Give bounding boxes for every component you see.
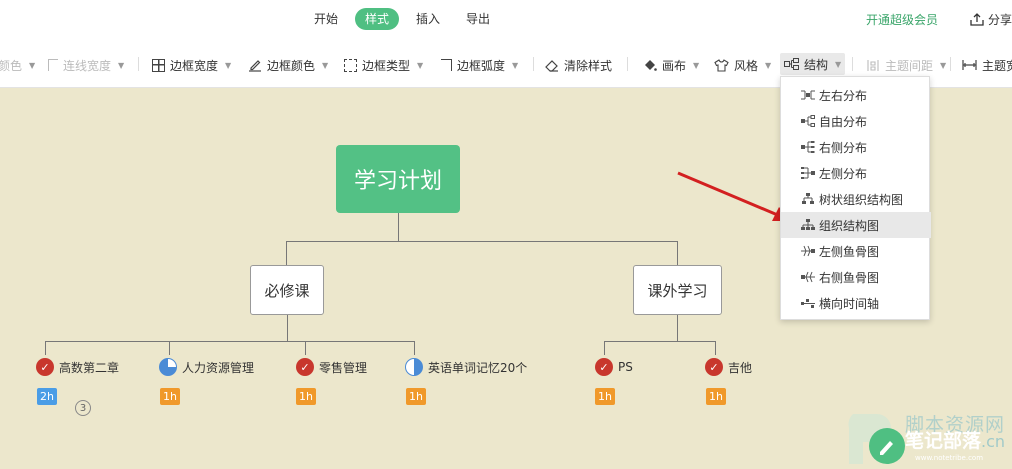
menu-item-right-fishbone[interactable]: 右侧鱼骨图 — [781, 264, 931, 290]
menu-item-tree-org-chart[interactable]: 树状组织结构图 — [781, 186, 931, 212]
menu-item-label: 左侧分布 — [819, 166, 868, 181]
menu-item-label: 左右分布 — [819, 88, 868, 103]
right-layout-icon — [801, 141, 815, 153]
menu-item-right-layout[interactable]: 右侧分布 — [781, 134, 931, 160]
tree-org-icon — [802, 193, 814, 204]
left-layout-icon — [801, 167, 815, 179]
menu-item-label: 右侧鱼骨图 — [819, 270, 880, 285]
menu-item-label: 组织结构图 — [819, 218, 880, 233]
watermark-brand: 笔记部落 — [905, 430, 982, 452]
structure-dropdown-menu: 左右分布 自由分布 右侧分布 左侧分布 树状组织结构图 组织结构图 左侧鱼骨图 … — [780, 76, 931, 320]
menu-item-left-right-layout[interactable]: 左右分布 — [781, 82, 931, 108]
menu-item-label: 树状组织结构图 — [819, 192, 904, 207]
free-layout-icon — [801, 115, 815, 127]
menu-item-horizontal-timeline[interactable]: 横向时间轴 — [781, 290, 931, 316]
timeline-icon — [801, 299, 815, 308]
menu-item-label: 左侧鱼骨图 — [819, 244, 880, 259]
right-fishbone-icon — [801, 271, 815, 283]
left-fishbone-icon — [801, 245, 815, 257]
watermark-brand-row: 笔记部落.cn — [905, 430, 1005, 454]
menu-item-label: 自由分布 — [819, 114, 868, 129]
menu-item-free-layout[interactable]: 自由分布 — [781, 108, 931, 134]
org-chart-icon — [801, 219, 815, 230]
watermark: 脚本资源网 笔记部落.cn www.notetribe.com — [835, 412, 1012, 466]
watermark-domain-suffix: .cn — [981, 432, 1006, 451]
watermark-url: www.notetribe.com — [915, 454, 984, 462]
menu-item-left-fishbone[interactable]: 左侧鱼骨图 — [781, 238, 931, 264]
menu-item-org-chart[interactable]: 组织结构图 — [781, 212, 931, 238]
menu-item-left-layout[interactable]: 左侧分布 — [781, 160, 931, 186]
menu-item-label: 横向时间轴 — [819, 296, 880, 311]
menu-item-label: 右侧分布 — [819, 140, 868, 155]
left-right-layout-icon — [801, 90, 815, 100]
